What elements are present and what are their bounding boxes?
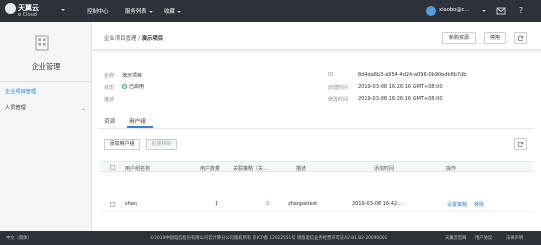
status-label: 状态 [104,85,115,91]
user-name[interactable]: xiaobo@c... [439,7,469,13]
sidebar-title: 企业管理 [31,62,61,71]
created-time-value: 2019-03-08 16:26:16 GMT+08:00 [358,84,443,90]
column-header-added-time[interactable]: 添加时间 [374,165,394,172]
sidebar-item-enterprise-projects[interactable]: 企业项目管理 [5,88,36,95]
footer-link-user-agreement[interactable]: 用户协议 [475,235,492,241]
status-value: 已启用 [129,84,145,90]
status-badge: 已启用 [122,83,144,90]
top-navigation-bar: 天翼云 e Cloud 控制中心 服务列表 收藏 xiaobo@c... ? [0,0,541,22]
row-group-name: zhan [125,201,138,207]
created-time-label: 创建时间 [328,85,349,91]
logo-caret-icon[interactable] [61,9,65,11]
nav-service-list-label: 服务列表 [125,9,147,15]
logo-subtext: e Cloud [18,12,37,18]
column-header-policies[interactable]: 关联策略（关... [233,165,268,172]
tianyi-cloud-logo-icon[interactable] [5,3,16,14]
chevron-down-icon[interactable]: ⌄ [81,105,86,112]
footer: 中文（简体） ©2019中国电信股份有限公司云计算分公司版权所有 京ICP备 1… [0,231,541,245]
add-user-group-button[interactable]: 添加用户组 [104,139,140,150]
status-ok-icon [122,84,127,89]
breadcrumb-current: 演示项目 [141,36,164,42]
page-header: 企业项目管理 / 演示项目 新购资源 停用 [92,22,541,50]
modified-time-value: 2019-03-08 16:26:16 GMT+08:00 [358,96,443,102]
name-label: 名称 [104,73,115,79]
message-icon[interactable] [495,5,507,17]
row-divider [100,211,533,212]
chevron-down-icon [148,10,153,13]
name-value: 演示项目 [122,73,143,79]
row-user-count: 1 [215,201,219,207]
main-content: 企业项目管理 / 演示项目 新购资源 停用 名称 演示项目 状态 已启用 描述 … [92,22,541,231]
column-header-description[interactable]: 描述 [296,165,306,172]
row-policy-count[interactable]: 2 [266,201,269,207]
help-icon[interactable]: ? [515,5,527,17]
sidebar: 企业管理 企业项目管理 人员管理 ⌄ [0,22,92,231]
breadcrumb: 企业项目管理 / 演示项目 [104,34,163,42]
nav-favorites[interactable]: 收藏 [164,7,181,15]
breadcrumb-parent[interactable]: 企业项目管理 [104,36,136,42]
chevron-down-icon [176,10,181,13]
column-header-user-count[interactable]: 用户数量 [200,165,220,172]
nav-control-center[interactable]: 控制中心 [87,7,109,15]
nav-service-list[interactable]: 服务列表 [125,7,153,15]
tabs-divider [98,128,534,129]
language-selector[interactable]: 中文（简体） [6,235,32,241]
set-policy-link[interactable]: 设置策略 [447,201,467,208]
enterprise-building-icon [35,35,49,51]
id-label: ID [328,72,334,78]
row-description: zhanpeitest [288,201,318,207]
row-added-time: 2019-03-08 16:42:... [352,201,404,207]
refresh-icon [517,35,524,41]
row-checkbox[interactable] [110,202,115,207]
tab-user-groups[interactable]: 用户组 [129,117,146,125]
refresh-icon [517,141,524,147]
table-refresh-button[interactable] [514,138,527,150]
modified-time-label: 修改时间 [328,97,349,103]
remove-link[interactable]: 移除 [474,201,484,208]
buy-resources-button[interactable]: 新购资源 [442,32,476,44]
sidebar-item-personnel[interactable]: 人员管理 [5,104,26,111]
breadcrumb-separator: / [138,36,140,42]
nav-favorites-label: 收藏 [164,9,175,15]
refresh-button[interactable] [514,32,527,44]
footer-link-official-site[interactable]: 天翼云官网 [445,235,466,241]
tab-resources[interactable]: 资源 [104,117,115,125]
column-header-actions: 操作 [446,166,457,172]
footer-link-legal[interactable]: 法律声明 [506,235,523,241]
user-avatar[interactable] [426,6,436,16]
batch-remove-button[interactable]: 批量移除 [146,139,177,150]
column-header-name[interactable]: 用户组名称 [125,165,150,172]
copyright-text: ©2019中国电信股份有限公司云计算分公司版权所有 京ICP备 12022551… [150,236,388,241]
table-header: 用户组名称 用户数量 关联策略（关... 描述 添加时间 操作 [100,161,533,172]
user-menu-caret-icon[interactable] [482,10,486,12]
select-all-checkbox[interactable] [110,165,115,170]
disable-button[interactable]: 停用 [484,32,506,44]
id-value: 8d4da6b3-a954-4d24-a096-0b90edb6b7db [358,72,467,78]
description-label: 描述 [104,97,115,103]
sidebar-divider [0,81,91,82]
